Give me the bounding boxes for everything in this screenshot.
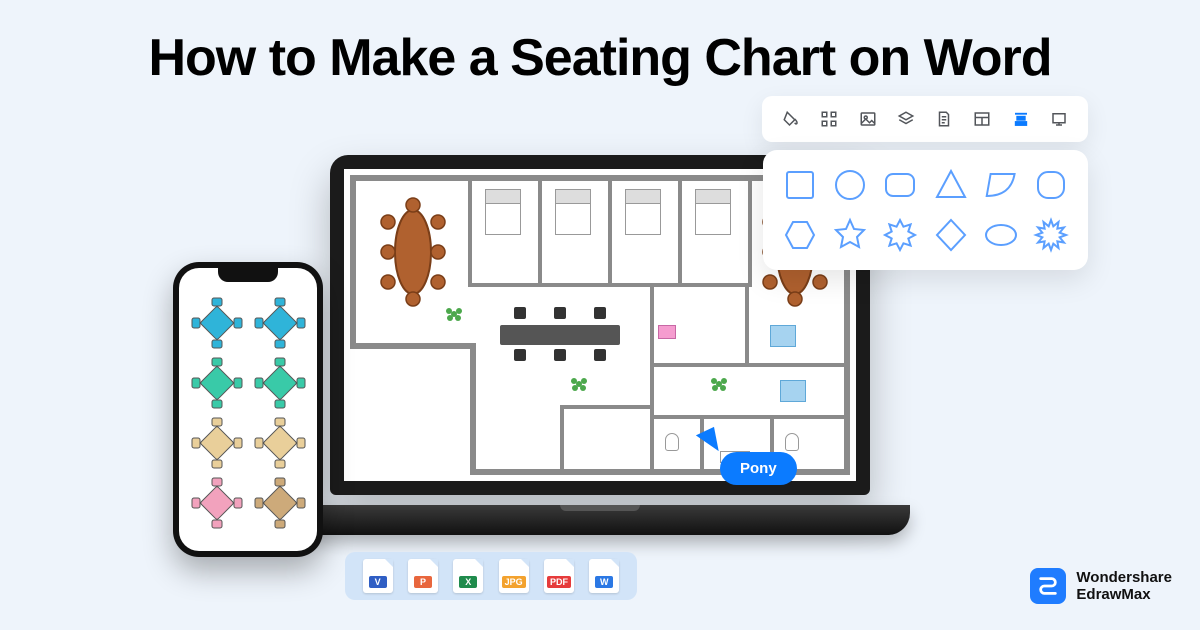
seat-item: [189, 416, 244, 470]
brand-logo: Wondershare EdrawMax: [1030, 568, 1172, 604]
shape-diamond[interactable]: [930, 214, 972, 256]
shape-roundsquare[interactable]: [1030, 164, 1072, 206]
shape-star[interactable]: [829, 214, 871, 256]
bed-icon: [695, 189, 731, 235]
align-icon[interactable]: [1011, 109, 1031, 129]
export-jpg[interactable]: JPG: [499, 559, 529, 593]
brand-logo-mark: [1030, 568, 1066, 604]
bed-icon: [485, 189, 521, 235]
seat-item: [189, 356, 244, 410]
export-v[interactable]: V: [363, 559, 393, 593]
export-pdf[interactable]: PDF: [544, 559, 574, 593]
bed-icon: [625, 189, 661, 235]
layers-icon[interactable]: [896, 109, 916, 129]
export-w[interactable]: W: [589, 559, 619, 593]
seating-chart-grid: [179, 290, 317, 536]
collaborator-badge: Pony: [720, 452, 797, 485]
chair-row: [500, 349, 620, 361]
shapes-panel: [763, 150, 1088, 270]
shape-circle[interactable]: [829, 164, 871, 206]
fixture-blue: [770, 325, 796, 347]
seat-item: [252, 356, 307, 410]
shape-ellipse[interactable]: [980, 214, 1022, 256]
desk-row: [500, 325, 620, 345]
seat-item: [252, 296, 307, 350]
toolbar: [762, 96, 1088, 142]
toilet-icon: [665, 433, 679, 451]
export-formats-bar: VPX JPG PDF W: [345, 552, 637, 600]
shape-burst12[interactable]: [1030, 214, 1072, 256]
shape-roundrect[interactable]: [879, 164, 921, 206]
page-icon[interactable]: [934, 109, 954, 129]
seat-item: [189, 476, 244, 530]
conference-table-left: [378, 197, 448, 312]
page-title: How to Make a Seating Chart on Word: [0, 28, 1200, 88]
image-icon[interactable]: [858, 109, 878, 129]
chair-row: [500, 307, 620, 319]
nodes-icon[interactable]: [819, 109, 839, 129]
shape-rect[interactable]: [779, 164, 821, 206]
export-p[interactable]: P: [408, 559, 438, 593]
present-icon[interactable]: [1049, 109, 1069, 129]
fixture-blue: [780, 380, 806, 402]
toilet-icon: [785, 433, 799, 451]
fixture-pink: [658, 325, 676, 339]
seat-item: [252, 416, 307, 470]
seat-item: [189, 296, 244, 350]
shape-burst8[interactable]: [879, 214, 921, 256]
shape-triangle[interactable]: [930, 164, 972, 206]
phone-screen: [179, 268, 317, 551]
brand-logo-text: Wondershare EdrawMax: [1076, 569, 1172, 604]
laptop-base: [290, 505, 910, 535]
plant-icon: [710, 375, 728, 393]
plant-icon: [570, 375, 588, 393]
plant-icon: [445, 305, 463, 323]
shape-parallelogram[interactable]: [980, 164, 1022, 206]
export-x[interactable]: X: [453, 559, 483, 593]
shape-hexagon[interactable]: [779, 214, 821, 256]
phone-mockup: [173, 262, 323, 557]
seat-item: [252, 476, 307, 530]
layout-icon[interactable]: [972, 109, 992, 129]
bed-icon: [555, 189, 591, 235]
fill-icon[interactable]: [781, 109, 801, 129]
